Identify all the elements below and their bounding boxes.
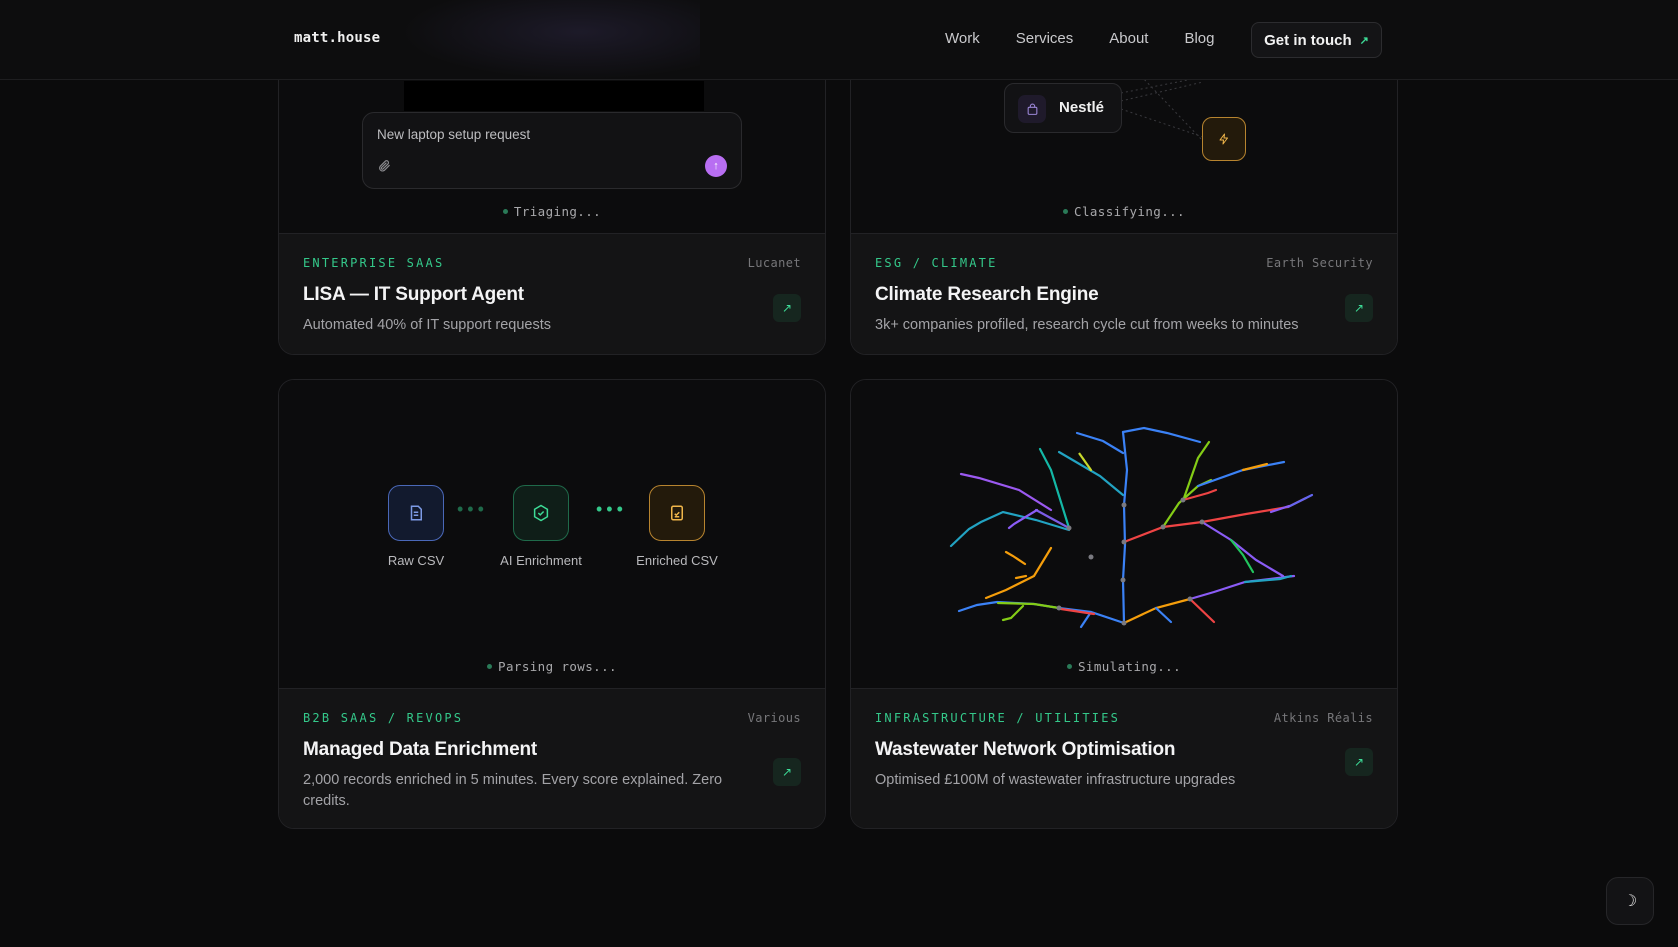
project-description: Automated 40% of IT support requests xyxy=(303,317,551,333)
site-logo[interactable]: matt.house xyxy=(294,30,380,46)
project-card-wastewater[interactable]: Simulating... INFRASTRUCTURE / UTILITIES… xyxy=(850,379,1398,829)
status-text: Triaging... xyxy=(513,204,602,219)
moon-icon: ☽ xyxy=(1622,893,1638,910)
chat-input-box: New laptop setup request ↑ xyxy=(362,112,742,189)
status-indicator: Parsing rows... xyxy=(279,659,825,674)
nav-link-blog[interactable]: Blog xyxy=(1184,30,1214,47)
project-title: LISA — IT Support Agent xyxy=(303,284,524,305)
project-info: ESG / CLIMATE Earth Security Climate Res… xyxy=(851,233,1397,354)
lightning-icon xyxy=(1202,117,1246,161)
status-indicator: Triaging... xyxy=(279,204,825,219)
arrow-up-right-icon: ↗ xyxy=(781,301,793,315)
project-tag: INFRASTRUCTURE / UTILITIES xyxy=(875,711,1121,725)
project-client: Lucanet xyxy=(747,256,801,270)
company-name: Nestlé xyxy=(1059,99,1105,116)
project-tag: ESG / CLIMATE xyxy=(875,256,998,270)
step-label: AI Enrichment xyxy=(500,553,582,568)
project-visual: Raw CSV ••• AI Enrichment ••• Enriched C… xyxy=(279,380,825,688)
open-project-button[interactable]: ↗ xyxy=(773,294,801,322)
project-title: Climate Research Engine xyxy=(875,284,1099,305)
header-glow xyxy=(400,0,700,80)
chat-input-placeholder: New laptop setup request xyxy=(377,127,531,142)
project-client: Various xyxy=(747,711,801,725)
main-nav: Work Services About Blog xyxy=(945,30,1251,47)
open-project-button[interactable]: ↗ xyxy=(1345,748,1373,776)
site-header: matt.house Work Services About Blog Get … xyxy=(0,0,1678,80)
arrow-up-icon: ↑ xyxy=(705,155,727,177)
project-title: Managed Data Enrichment xyxy=(303,739,538,760)
open-project-button[interactable]: ↗ xyxy=(773,758,801,786)
project-client: Atkins Réalis xyxy=(1273,711,1373,725)
status-indicator: Classifying... xyxy=(851,204,1397,219)
project-tag: B2B SAAS / REVOPS xyxy=(303,711,464,725)
connector-dots: ••• xyxy=(596,499,627,519)
network-graph xyxy=(949,426,1314,629)
arrow-up-right-icon: ↗ xyxy=(781,765,793,779)
video-preview xyxy=(404,81,704,111)
status-text: Classifying... xyxy=(1074,204,1185,219)
step-label: Enriched CSV xyxy=(636,553,718,568)
status-text: Parsing rows... xyxy=(498,659,617,674)
project-info: ENTERPRISE SAAS Lucanet LISA — IT Suppor… xyxy=(279,233,825,354)
get-in-touch-label: Get in touch xyxy=(1264,31,1352,49)
project-title: Wastewater Network Optimisation xyxy=(875,739,1176,760)
nav-link-services[interactable]: Services xyxy=(1016,30,1074,47)
shopping-bag-icon xyxy=(1018,95,1046,123)
project-description: Optimised £100M of wastewater infrastruc… xyxy=(875,772,1236,788)
step-label: Raw CSV xyxy=(387,553,445,568)
status-text: Simulating... xyxy=(1077,659,1182,674)
paperclip-icon xyxy=(377,159,391,176)
project-client: Earth Security xyxy=(1266,256,1373,270)
connector-dots: ••• xyxy=(457,499,488,519)
nav-link-work[interactable]: Work xyxy=(945,30,980,47)
project-visual: Simulating... xyxy=(851,380,1397,688)
arrow-up-right-icon: ↗ xyxy=(1359,34,1369,47)
hexagon-check-icon xyxy=(513,485,569,541)
status-indicator: Simulating... xyxy=(851,659,1397,674)
project-tag: ENTERPRISE SAAS xyxy=(303,256,445,270)
checked-document-icon xyxy=(649,485,705,541)
project-description: 3k+ companies profiled, research cycle c… xyxy=(875,317,1299,333)
project-info: INFRASTRUCTURE / UTILITIES Atkins Réalis… xyxy=(851,688,1397,828)
theme-toggle-button[interactable]: ☽ xyxy=(1606,877,1654,925)
open-project-button[interactable]: ↗ xyxy=(1345,294,1373,322)
project-description: 2,000 records enriched in 5 minutes. Eve… xyxy=(303,772,723,809)
project-info: B2B SAAS / REVOPS Various Managed Data E… xyxy=(279,688,825,828)
document-icon xyxy=(388,485,444,541)
arrow-up-right-icon: ↗ xyxy=(1353,301,1365,315)
company-node: Nestlé xyxy=(1004,83,1122,133)
arrow-up-right-icon: ↗ xyxy=(1353,755,1365,769)
page: matt.house Work Services About Blog Get … xyxy=(0,0,1678,947)
nav-link-about[interactable]: About xyxy=(1109,30,1148,47)
get-in-touch-button[interactable]: Get in touch ↗ xyxy=(1251,22,1382,58)
project-card-enrichment[interactable]: Raw CSV ••• AI Enrichment ••• Enriched C… xyxy=(278,379,826,829)
